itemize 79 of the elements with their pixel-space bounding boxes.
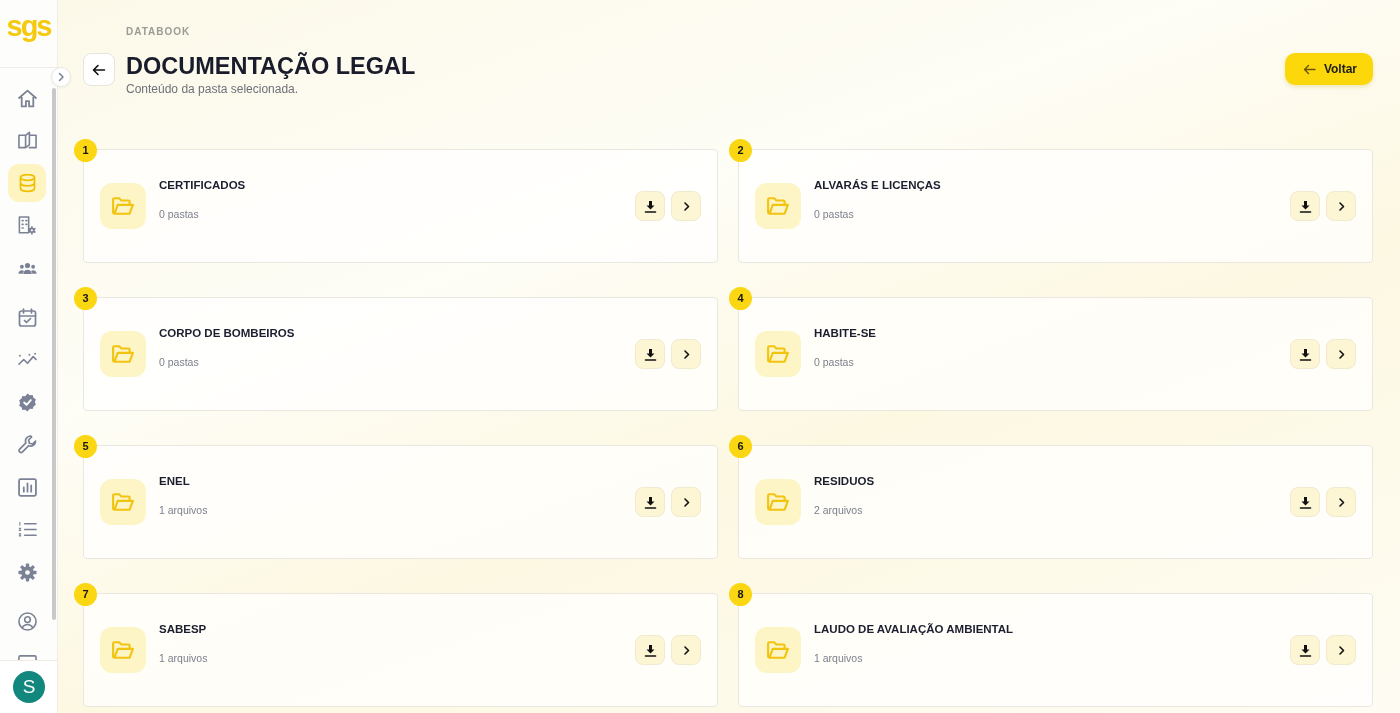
open-folder-button[interactable] bbox=[671, 339, 701, 369]
open-folder-button[interactable] bbox=[671, 635, 701, 665]
user-avatar[interactable]: S bbox=[13, 671, 45, 703]
download-icon bbox=[643, 199, 657, 213]
download-icon bbox=[1298, 643, 1312, 657]
wrench-icon bbox=[17, 435, 37, 454]
position-number: 3 bbox=[74, 287, 97, 310]
open-folder-button[interactable] bbox=[1326, 339, 1356, 369]
folder-icon bbox=[755, 331, 801, 377]
back-button[interactable]: Voltar bbox=[1284, 53, 1373, 85]
user-circle-icon bbox=[17, 611, 37, 631]
download-button[interactable] bbox=[635, 635, 665, 665]
folder-title: CERTIFICADOS bbox=[159, 178, 246, 193]
item-count: 1 arquivos bbox=[814, 651, 864, 665]
download-button[interactable] bbox=[635, 339, 665, 369]
download-icon bbox=[643, 643, 657, 657]
numbered-list-icon bbox=[17, 520, 37, 539]
open-folder-button[interactable] bbox=[1326, 191, 1356, 221]
folder-title: ENEL bbox=[159, 474, 191, 489]
folder-icon bbox=[100, 627, 146, 673]
breadcrumb-text: DATABOOK bbox=[126, 26, 192, 38]
open-folder-button[interactable] bbox=[1326, 635, 1356, 665]
bar-chart-icon bbox=[17, 477, 37, 497]
folder-icon bbox=[755, 183, 801, 229]
folder-title: SABESP bbox=[159, 622, 208, 637]
download-button[interactable] bbox=[1290, 191, 1320, 221]
scrollbar-thumb[interactable] bbox=[52, 88, 56, 620]
folder-icon bbox=[755, 479, 801, 525]
download-button[interactable] bbox=[1290, 339, 1320, 369]
open-folder-button[interactable] bbox=[671, 487, 701, 517]
item-count: 0 pastas bbox=[814, 355, 855, 369]
folder-title: RESIDUOS bbox=[814, 474, 875, 489]
download-button[interactable] bbox=[1290, 487, 1320, 517]
download-button[interactable] bbox=[635, 191, 665, 221]
page-subtitle: Conteúdo da pasta selecionada. bbox=[126, 81, 300, 97]
download-icon bbox=[1298, 199, 1312, 213]
item-count: 1 arquivos bbox=[159, 651, 208, 665]
item-count: 0 pastas bbox=[814, 207, 855, 221]
folder-title: LAUDO DE AVALIAÇÃO AMBIENTAL bbox=[814, 622, 1014, 637]
download-icon bbox=[643, 495, 657, 509]
download-icon bbox=[1298, 495, 1312, 509]
calendar-check-icon bbox=[17, 307, 37, 327]
folder-icon bbox=[755, 627, 801, 673]
item-count: 0 pastas bbox=[159, 207, 200, 221]
folder-icon bbox=[100, 183, 146, 229]
folder-title: HABITE-SE bbox=[814, 326, 876, 341]
position-number: 8 bbox=[729, 583, 752, 606]
download-button[interactable] bbox=[1290, 635, 1320, 665]
position-number: 1 bbox=[74, 139, 97, 162]
folder-icon bbox=[100, 331, 146, 377]
folder-title: ALVARÁS E LICENÇAS bbox=[814, 178, 941, 193]
sidebar-toggle-button[interactable] bbox=[51, 67, 71, 87]
download-button[interactable] bbox=[635, 487, 665, 517]
download-icon bbox=[643, 347, 657, 361]
building-gear-icon bbox=[17, 216, 37, 235]
open-folder-button[interactable] bbox=[1326, 487, 1356, 517]
back-button[interactable] bbox=[83, 53, 115, 86]
position-number: 7 bbox=[74, 583, 97, 606]
position-number: 5 bbox=[74, 435, 97, 458]
arrow-left-icon bbox=[92, 62, 106, 77]
open-folder-button[interactable] bbox=[671, 191, 701, 221]
page-title: DOCUMENTAÇÃO LEGAL bbox=[126, 51, 416, 81]
database-icon bbox=[17, 173, 37, 193]
verified-badge-icon bbox=[17, 392, 37, 412]
download-icon bbox=[1298, 347, 1312, 361]
map-icon bbox=[17, 131, 37, 150]
home-icon bbox=[17, 88, 37, 108]
folder-icon bbox=[100, 479, 146, 525]
logo: sgs bbox=[6, 11, 51, 41]
position-number: 4 bbox=[729, 287, 752, 310]
item-count: 0 pastas bbox=[159, 355, 200, 369]
position-number: 2 bbox=[729, 139, 752, 162]
arrow-left-icon bbox=[1302, 62, 1316, 76]
item-count: 2 arquivos bbox=[814, 503, 864, 517]
chevron-right-icon bbox=[56, 72, 66, 82]
position-number: 6 bbox=[729, 435, 752, 458]
item-count: 1 arquivos bbox=[159, 503, 208, 517]
folder-title: CORPO DE BOMBEIROS bbox=[159, 326, 295, 341]
settings-icon bbox=[17, 562, 37, 582]
